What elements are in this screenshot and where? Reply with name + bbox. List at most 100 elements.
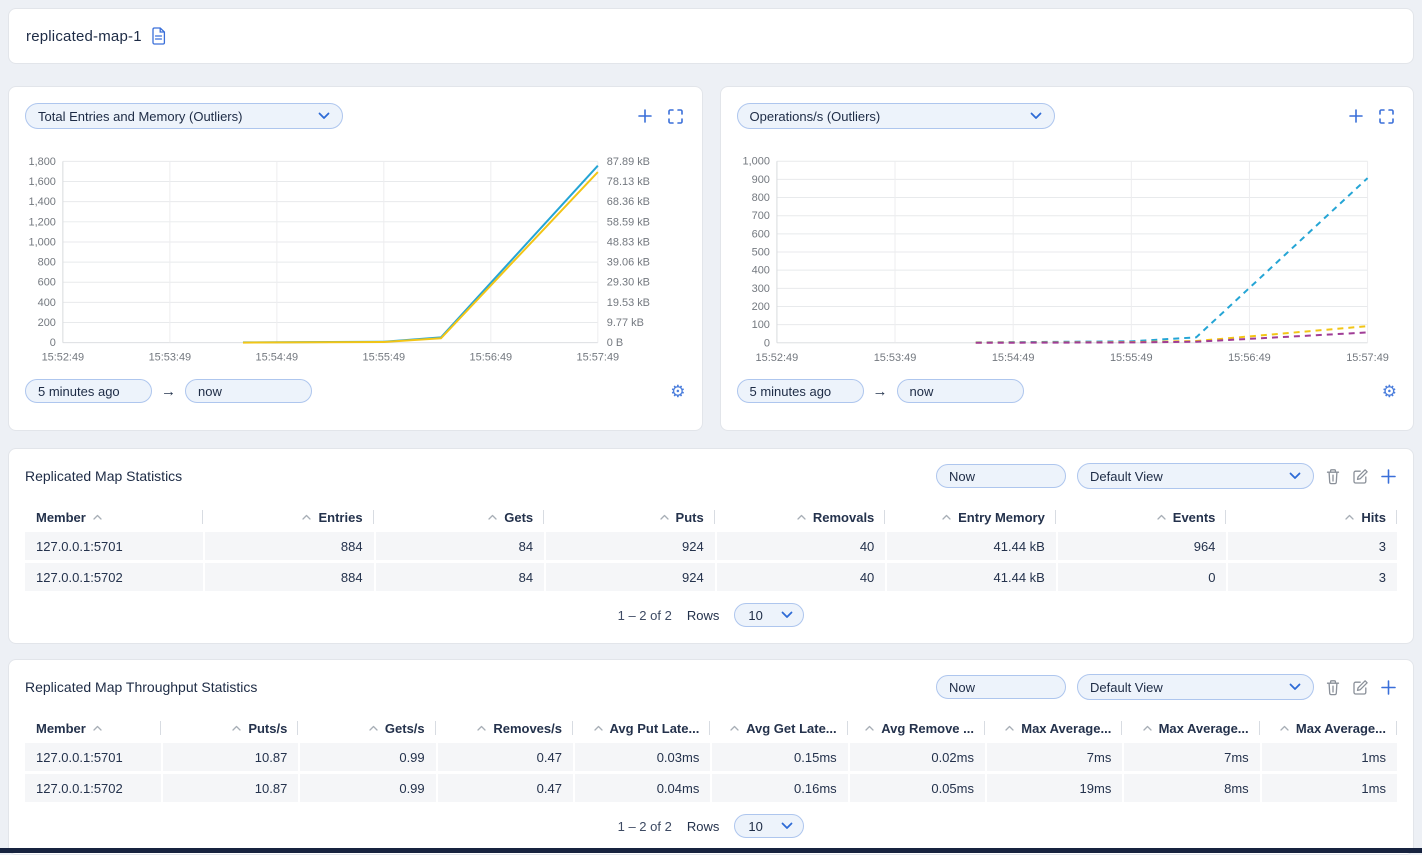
view-selector[interactable]: Default View: [1077, 674, 1314, 700]
svg-text:800: 800: [751, 192, 769, 204]
column-header-gets[interactable]: Gets: [376, 504, 545, 530]
cell: 0: [1058, 563, 1227, 591]
table-row[interactable]: 127.0.0.1:5701884849244041.44 kB9643: [25, 532, 1397, 560]
column-header-max-average[interactable]: Max Average...: [1124, 715, 1259, 741]
sort-icon: [232, 725, 241, 731]
column-header-avg-get-late[interactable]: Avg Get Late...: [712, 715, 847, 741]
column-header-entry-memory[interactable]: Entry Memory: [887, 504, 1056, 530]
svg-text:58.59 kB: 58.59 kB: [607, 216, 650, 228]
edit-view-icon[interactable]: [1352, 679, 1369, 696]
delete-view-icon[interactable]: [1325, 468, 1341, 485]
chevron-down-icon: [1289, 472, 1301, 480]
page-size-selector[interactable]: 10: [734, 814, 804, 838]
column-header-gets-s[interactable]: Gets/s: [300, 715, 435, 741]
column-header-entries[interactable]: Entries: [205, 504, 374, 530]
cell: 7ms: [987, 743, 1122, 771]
metric-selector[interactable]: Operations/s (Outliers): [737, 103, 1055, 129]
svg-text:200: 200: [751, 301, 769, 313]
member-cell: 127.0.0.1:5702: [25, 563, 203, 591]
replicated-map-throughput-statistics-card: Replicated Map Throughput Statistics Def…: [8, 659, 1414, 855]
view-selector[interactable]: Default View: [1077, 463, 1314, 489]
cell: 40: [717, 532, 886, 560]
cell: 0.04ms: [575, 774, 710, 802]
svg-text:15:54:49: 15:54:49: [991, 352, 1034, 364]
add-view-icon[interactable]: [1380, 468, 1397, 485]
view-selector-value: Default View: [1090, 469, 1163, 484]
cell: 19ms: [987, 774, 1122, 802]
table-body: 127.0.0.1:570110.870.990.470.03ms0.15ms0…: [25, 743, 1397, 802]
sort-icon: [93, 725, 102, 731]
document-icon[interactable]: [151, 27, 166, 45]
metric-selector[interactable]: Total Entries and Memory (Outliers): [25, 103, 343, 129]
rows-label: Rows: [687, 819, 720, 834]
sort-icon: [369, 725, 378, 731]
add-chart-icon[interactable]: [1348, 108, 1364, 124]
table-header-row: MemberEntriesGetsPutsRemovalsEntry Memor…: [25, 504, 1397, 530]
column-header-avg-put-late[interactable]: Avg Put Late...: [575, 715, 710, 741]
expand-icon[interactable]: [1379, 109, 1394, 124]
svg-text:87.89 kB: 87.89 kB: [607, 156, 650, 168]
rows-label: Rows: [687, 608, 720, 623]
member-cell: 127.0.0.1:5701: [25, 532, 203, 560]
settings-gear-icon[interactable]: ⚙: [670, 383, 685, 400]
page-size-value: 10: [748, 608, 762, 623]
chevron-down-icon: [781, 611, 793, 619]
add-view-icon[interactable]: [1380, 679, 1397, 696]
series-line-blue: [975, 178, 1367, 342]
chevron-down-icon: [781, 822, 793, 830]
svg-text:400: 400: [751, 265, 769, 277]
svg-text:15:56:49: 15:56:49: [470, 352, 513, 364]
column-header-puts-s[interactable]: Puts/s: [163, 715, 298, 741]
time-from-input[interactable]: [25, 379, 152, 403]
metric-selector-value: Total Entries and Memory (Outliers): [38, 109, 242, 124]
bottom-bar: [0, 848, 1422, 853]
pagination: 1 – 2 of 2 Rows 10: [25, 814, 1397, 838]
cell: 1ms: [1262, 743, 1397, 771]
column-header-max-average[interactable]: Max Average...: [987, 715, 1122, 741]
svg-text:15:52:49: 15:52:49: [755, 352, 798, 364]
svg-text:1,400: 1,400: [29, 196, 56, 208]
time-to-input[interactable]: [897, 379, 1024, 403]
table-title: Replicated Map Statistics: [25, 468, 182, 484]
sort-icon: [477, 725, 486, 731]
cell: 0.47: [438, 743, 573, 771]
svg-text:400: 400: [38, 297, 56, 309]
svg-text:700: 700: [751, 210, 769, 222]
pagination-range: 1 – 2 of 2: [618, 819, 672, 834]
time-filter-input[interactable]: [936, 675, 1066, 699]
cell: 10.87: [163, 743, 298, 771]
replicated-map-statistics-card: Replicated Map Statistics Default View: [8, 448, 1414, 644]
column-header-member[interactable]: Member: [25, 715, 161, 741]
edit-view-icon[interactable]: [1352, 468, 1369, 485]
cell: 3: [1228, 563, 1397, 591]
chevron-down-icon: [318, 112, 330, 120]
column-header-hits[interactable]: Hits: [1228, 504, 1397, 530]
svg-text:39.06 kB: 39.06 kB: [607, 257, 650, 269]
expand-icon[interactable]: [668, 109, 683, 124]
table-row[interactable]: 127.0.0.1:5702884849244041.44 kB03: [25, 563, 1397, 591]
svg-text:100: 100: [751, 319, 769, 331]
column-header-events[interactable]: Events: [1058, 504, 1227, 530]
time-filter-input[interactable]: [936, 464, 1066, 488]
svg-text:1,800: 1,800: [29, 156, 56, 168]
page-size-selector[interactable]: 10: [734, 603, 804, 627]
column-header-max-average[interactable]: Max Average...: [1262, 715, 1397, 741]
table-body: 127.0.0.1:5701884849244041.44 kB9643127.…: [25, 532, 1397, 591]
member-cell: 127.0.0.1:5702: [25, 774, 161, 802]
series-line-yellow: [243, 172, 598, 343]
cell: 884: [205, 563, 374, 591]
table-row[interactable]: 127.0.0.1:570210.870.990.470.04ms0.16ms0…: [25, 774, 1397, 802]
svg-text:1,000: 1,000: [742, 156, 769, 168]
column-header-puts[interactable]: Puts: [546, 504, 715, 530]
table-row[interactable]: 127.0.0.1:570110.870.990.470.03ms0.15ms0…: [25, 743, 1397, 771]
column-header-removes-s[interactable]: Removes/s: [438, 715, 573, 741]
add-chart-icon[interactable]: [637, 108, 653, 124]
settings-gear-icon[interactable]: ⚙: [1382, 383, 1397, 400]
time-to-input[interactable]: [185, 379, 312, 403]
column-header-avg-remove[interactable]: Avg Remove ...: [850, 715, 985, 741]
column-header-member[interactable]: Member: [25, 504, 203, 530]
column-header-removals[interactable]: Removals: [717, 504, 886, 530]
time-from-input[interactable]: [737, 379, 864, 403]
delete-view-icon[interactable]: [1325, 679, 1341, 696]
cell: 0.05ms: [850, 774, 985, 802]
